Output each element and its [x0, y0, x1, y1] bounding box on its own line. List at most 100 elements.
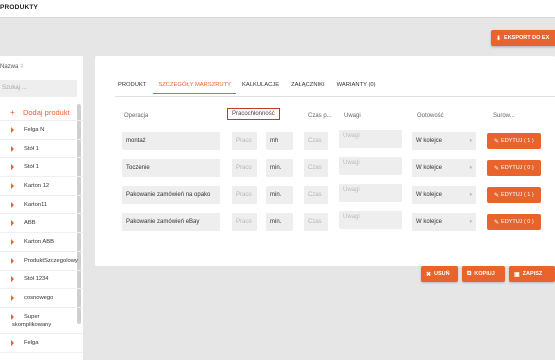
chevron-right-icon: [11, 145, 14, 152]
chevron-right-icon: [11, 276, 14, 283]
time-input[interactable]: Czas: [304, 159, 328, 177]
sidebar-column-header[interactable]: Nazwa⇳: [0, 63, 24, 70]
product-name: Super skomplikowany: [12, 313, 51, 329]
copy-button[interactable]: ⧉ KOPIUJ: [462, 266, 505, 282]
product-list-item[interactable]: cosnowego: [0, 289, 83, 308]
labor-input[interactable]: Praco: [232, 186, 257, 204]
edit-materials-button[interactable]: ✎ EDYTUJ ( 1 ): [487, 187, 541, 203]
chevron-right-icon: [11, 339, 14, 346]
edit-button-label: EDYTUJ ( 0 ): [501, 219, 534, 225]
chevron-right-icon: [11, 201, 14, 208]
product-list-item[interactable]: Felga N: [0, 121, 83, 140]
tab-kalkulacje[interactable]: KALKULACJE: [242, 82, 285, 94]
export-button[interactable]: ⬇ EKSPORT DO EX: [491, 30, 555, 46]
status-value: W kolejce: [416, 138, 443, 144]
product-list-item[interactable]: Super skomplikowany: [0, 308, 83, 334]
labor-input[interactable]: Praco: [232, 159, 257, 177]
page-title: PRODUKTY: [0, 4, 39, 11]
save-button-label: ZAPISZ: [522, 271, 543, 277]
edit-materials-button[interactable]: ✎ EDYTUJ ( 0 ): [487, 160, 541, 176]
unit-field[interactable]: mh: [266, 132, 293, 150]
edit-materials-button[interactable]: ✎ EDYTUJ ( 1 ): [487, 133, 541, 149]
chevron-right-icon: [11, 182, 14, 189]
product-list-item[interactable]: Karton 12: [0, 177, 83, 196]
notes-input[interactable]: Uwagi: [339, 157, 402, 175]
chevron-down-icon: ▾: [469, 138, 472, 144]
column-header-pracochlonnosc: Pracochłonność: [227, 108, 280, 120]
product-list-item[interactable]: ABB: [0, 214, 83, 234]
product-list-item[interactable]: Felga: [0, 334, 83, 353]
chevron-down-icon: ▾: [469, 192, 472, 198]
product-name: Stół 1: [24, 145, 39, 152]
time-input[interactable]: Czas: [304, 186, 328, 204]
product-details-panel: PRODUKT SZCZEGÓŁY MARSZRUTY KALKULACJE Z…: [95, 56, 555, 266]
chevron-right-icon: [11, 257, 14, 264]
close-icon: ✖: [426, 271, 432, 278]
product-list-item[interactable]: Stół 1234: [0, 271, 83, 290]
tab-divider: [115, 96, 555, 97]
chevron-right-icon: [11, 164, 14, 171]
column-header-czas: Czas p...: [308, 113, 332, 119]
column-header-gotowosc: Gotowość: [417, 113, 444, 119]
status-select[interactable]: W kolejce ▾: [412, 213, 476, 231]
product-list-item[interactable]: Stół 1: [0, 158, 83, 178]
edit-icon: ✎: [494, 165, 500, 172]
tab-produkt[interactable]: PRODUKT: [118, 82, 152, 94]
product-list-item[interactable]: Karton11: [0, 196, 83, 215]
add-product-button[interactable]: + Dodaj produkt: [0, 104, 83, 121]
edit-icon: ✎: [494, 219, 500, 226]
edit-materials-button[interactable]: ✎ EDYTUJ ( 0 ): [487, 214, 541, 230]
save-button[interactable]: ▣ ZAPISZ: [509, 266, 555, 282]
edit-button-label: EDYTUJ ( 1 ): [501, 192, 534, 198]
top-bar: PRODUKTY: [0, 0, 555, 18]
product-list-item[interactable]: Stół 1: [0, 140, 83, 159]
status-select[interactable]: W kolejce ▾: [412, 132, 476, 150]
tab-warianty[interactable]: WARIANTY (0): [337, 82, 382, 94]
add-product-label: Dodaj produkt: [22, 107, 70, 117]
tab-zalaczniki[interactable]: ZAŁĄCZNIKI: [291, 82, 331, 94]
product-name: Stół 1: [24, 164, 39, 171]
notes-input[interactable]: Uwagi: [339, 130, 402, 148]
sidebar-search-input[interactable]: Szukaj ...: [0, 80, 77, 97]
product-list-item[interactable]: ProduktSzczegolowy: [0, 252, 83, 271]
unit-field[interactable]: min.: [266, 159, 293, 177]
product-sidebar: Nazwa⇳ Szukaj ... + Dodaj produkt Felga …: [0, 56, 83, 360]
save-icon: ▣: [514, 271, 520, 278]
operation-name-field[interactable]: Pakowanie zamówień na opako: [122, 186, 220, 204]
edit-icon: ✎: [494, 138, 500, 145]
time-input[interactable]: Czas: [304, 132, 328, 150]
copy-icon: ⧉: [467, 270, 472, 277]
status-select[interactable]: W kolejce ▾: [412, 186, 476, 204]
operation-name-field[interactable]: Pakowanie zamówień eBay: [122, 213, 220, 231]
status-value: W kolejce: [416, 165, 443, 171]
product-name: ProduktSzczegolowy: [24, 257, 78, 264]
operation-name-field[interactable]: Toczenie: [122, 159, 220, 177]
tab-bar: PRODUKT SZCZEGÓŁY MARSZRUTY KALKULACJE Z…: [118, 82, 388, 94]
sort-icon[interactable]: ⇳: [19, 64, 24, 70]
unit-field[interactable]: min.: [266, 186, 293, 204]
labor-input[interactable]: Praco: [232, 132, 257, 150]
product-name: Felga: [24, 339, 39, 346]
time-input[interactable]: Czas: [304, 213, 328, 231]
edit-button-label: EDYTUJ ( 1 ): [501, 138, 534, 144]
notes-input[interactable]: Uwagi: [339, 211, 402, 229]
chevron-right-icon: [11, 313, 14, 320]
product-name: Karton11: [24, 201, 48, 208]
chevron-right-icon: [11, 220, 14, 227]
download-icon: ⬇: [496, 35, 502, 42]
chevron-right-icon: [11, 238, 14, 245]
copy-button-label: KOPIUJ: [474, 271, 495, 277]
labor-input[interactable]: Praco: [232, 213, 257, 231]
product-name: ABB: [24, 220, 36, 227]
chevron-down-icon: ▾: [469, 219, 472, 225]
status-value: W kolejce: [416, 219, 443, 225]
operation-name-field[interactable]: montaż: [122, 132, 220, 150]
status-select[interactable]: W kolejce ▾: [412, 159, 476, 177]
tab-szczegoly-marszruty[interactable]: SZCZEGÓŁY MARSZRUTY: [153, 82, 237, 94]
unit-field[interactable]: min.: [266, 213, 293, 231]
product-list: + Dodaj produkt Felga N Stół 1 Stół 1 Ka…: [0, 104, 83, 353]
delete-button[interactable]: ✖ USUŃ: [421, 266, 458, 282]
product-list-item[interactable]: Karton ABB: [0, 233, 83, 252]
product-name: Felga N: [24, 126, 45, 133]
notes-input[interactable]: Uwagi: [339, 184, 402, 202]
